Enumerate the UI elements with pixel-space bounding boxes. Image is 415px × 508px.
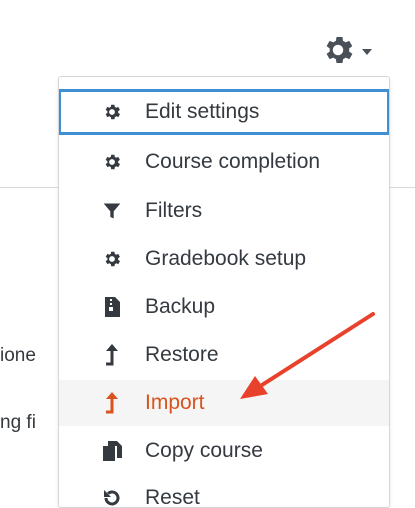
gear-icon [101,101,123,123]
menu-item-label: Copy course [145,439,263,462]
background-text-fragment: ng fi [0,412,36,433]
gear-icon [326,36,353,64]
background-text-fragment: ione [0,345,36,366]
menu-item-label: Gradebook setup [145,247,307,270]
menu-item-restore[interactable]: Restore [59,332,389,378]
menu-item-label: Restore [145,343,219,366]
level-up-icon [101,344,123,366]
undo-icon [101,487,123,507]
copy-icon [101,440,123,462]
settings-menu-toggle[interactable] [320,28,392,72]
menu-item-copy-course[interactable]: Copy course [59,428,389,474]
menu-item-backup[interactable]: Backup [59,284,389,330]
menu-item-label: Filters [145,199,203,222]
menu-item-label: Course completion [145,150,321,173]
archive-file-icon [101,296,123,318]
menu-item-label: Backup [145,295,216,318]
menu-item-label: Import [145,391,205,414]
menu-item-edit-settings[interactable]: Edit settings [59,89,389,135]
menu-item-import[interactable]: Import [59,380,389,426]
menu-item-course-completion[interactable]: Course completion [59,139,389,185]
gear-icon [101,151,123,173]
gear-icon [101,248,123,270]
menu-item-label: Reset [145,486,200,508]
level-up-icon [101,392,123,414]
menu-item-filters[interactable]: Filters [59,188,389,234]
menu-item-label: Edit settings [145,100,260,123]
filter-icon [101,200,123,222]
course-actions-dropdown: Edit settings Course completion Filters … [58,76,390,508]
chevron-down-icon [362,49,372,55]
menu-item-gradebook-setup[interactable]: Gradebook setup [59,236,389,282]
